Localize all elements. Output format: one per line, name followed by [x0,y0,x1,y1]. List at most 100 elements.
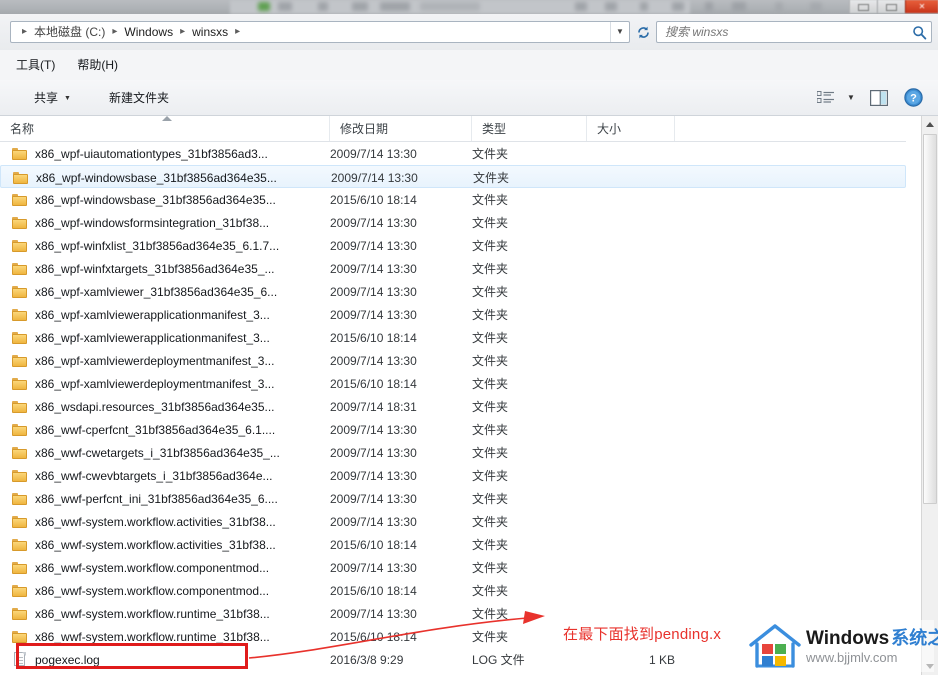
maximize-button[interactable] [877,0,905,13]
file-name-cell[interactable]: x86_wpf-xamlviewerapplicationmanifest_3.… [0,303,330,326]
watermark-brand-en: Windows [806,627,890,649]
table-row[interactable]: x86_wpf-xamlviewerdeploymentmanifest_3..… [0,349,906,372]
file-name-cell[interactable]: x86_wpf-xamlviewerapplicationmanifest_3.… [0,326,330,349]
breadcrumb-sep-1: ▸ [112,26,118,37]
file-date-cell: 2009/7/14 13:30 [330,215,417,230]
new-folder-button[interactable]: 新建文件夹 [101,87,177,109]
file-date-cell: 2009/7/14 13:30 [330,606,417,621]
file-type-cell: 文件夹 [472,469,509,483]
table-row[interactable]: x86_wwf-system.workflow.activities_31bf3… [0,533,906,556]
file-name-cell[interactable]: x86_wwf-cwetargets_i_31bf3856ad364e35_..… [0,441,330,464]
scroll-up-button[interactable] [922,116,938,133]
file-type-cell: 文件夹 [472,400,509,414]
file-name-cell[interactable]: x86_wwf-cwevbtargets_i_31bf3856ad364e... [0,464,330,487]
breadcrumb-item-windows[interactable]: Windows [122,22,175,42]
table-row[interactable]: x86_wwf-system.workflow.componentmod... 2… [0,579,906,602]
view-mode-dropdown[interactable]: ▼ [840,85,862,111]
table-row[interactable]: x86_wwf-cwevbtargets_i_31bf3856ad364e...… [0,464,906,487]
breadcrumb-item-winsxs[interactable]: winsxs [190,22,230,42]
table-row[interactable]: x86_wwf-system.workflow.activities_31bf3… [0,510,906,533]
file-type-cell: 文件夹 [472,354,509,368]
table-row[interactable]: x86_wwf-perfcnt_ini_31bf3856ad364e35_6..… [0,487,906,510]
file-name-label: x86_wwf-system.workflow.runtime_31bf38..… [35,629,270,644]
scrollbar-thumb[interactable] [923,134,937,504]
file-name-cell[interactable]: x86_wpf-windowsformsintegration_31bf38..… [0,211,330,234]
vertical-scrollbar[interactable] [921,116,938,675]
search-box[interactable] [656,21,932,43]
file-size-cell [587,326,675,349]
annotation-text: 在最下面找到pending.x [563,626,722,643]
file-date-cell: 2009/7/14 13:30 [330,422,417,437]
table-row[interactable]: x86_wpf-windowsbase_31bf3856ad364e35... 2… [0,165,906,188]
watermark-brand-cn: 系统之家 [891,627,938,648]
file-name-cell[interactable]: x86_wwf-cperfcnt_31bf3856ad364e35_6.1...… [0,418,330,441]
share-label: 共享 [34,90,59,105]
file-date-cell: 2009/7/14 13:30 [330,468,417,483]
menu-item-tools[interactable]: 工具(T) [14,55,57,75]
file-name-cell[interactable]: x86_wpf-windowsbase_31bf3856ad364e35... [0,188,330,211]
address-bar[interactable]: ▸ 本地磁盘 (C:) ▸ Windows ▸ winsxs ▸ ▼ [10,21,630,43]
table-row[interactable]: x86_wwf-system.workflow.componentmod... 2… [0,556,906,579]
blurred-icon-5 [380,2,410,11]
help-button[interactable]: ? [896,85,930,111]
close-button[interactable]: ✕ [905,0,938,13]
file-name-cell[interactable]: x86_wpf-uiautomationtypes_31bf3856ad3... [0,142,330,165]
file-name-cell[interactable]: x86_wwf-system.workflow.runtime_31bf38..… [0,602,330,625]
table-row[interactable]: x86_wpf-windowsformsintegration_31bf38..… [0,211,906,234]
table-row[interactable]: x86_wpf-xamlviewerapplicationmanifest_3.… [0,326,906,349]
search-icon[interactable] [907,25,931,40]
file-name-cell[interactable]: x86_wwf-system.workflow.componentmod... [0,579,330,602]
minimize-button[interactable] [849,0,877,13]
file-name-cell[interactable]: x86_wpf-winfxlist_31bf3856ad364e35_6.1.7… [0,234,330,257]
column-header-type[interactable]: 类型 [472,116,587,141]
column-header-date[interactable]: 修改日期 [330,116,472,141]
file-name-cell[interactable]: x86_wpf-xamlviewerdeploymentmanifest_3..… [0,372,330,395]
table-row[interactable]: x86_wpf-windowsbase_31bf3856ad364e35... 2… [0,188,906,211]
file-name-cell[interactable]: x86_wwf-system.workflow.activities_31bf3… [0,533,330,556]
file-size-cell [587,395,675,418]
file-name-cell[interactable]: x86_wpf-xamlviewer_31bf3856ad364e35_6... [0,280,330,303]
table-row[interactable]: x86_wsdapi.resources_31bf3856ad364e35...… [0,395,906,418]
file-size-cell [587,464,675,487]
file-date-cell: 2009/7/14 13:30 [330,307,417,322]
file-type-cell: 文件夹 [473,171,510,185]
table-row[interactable]: x86_wwf-cperfcnt_31bf3856ad364e35_6.1...… [0,418,906,441]
table-row[interactable]: x86_wpf-xamlviewer_31bf3856ad364e35_6...… [0,280,906,303]
share-button[interactable]: 共享 ▼ [26,87,79,109]
file-name-cell[interactable]: x86_wpf-windowsbase_31bf3856ad364e35... [1,166,331,189]
file-name-label: x86_wpf-xamlviewerapplicationmanifest_3.… [35,330,270,345]
menu-item-help[interactable]: 帮助(H) [75,55,120,75]
breadcrumb-item-drive[interactable]: 本地磁盘 (C:) [32,22,107,42]
file-name-cell[interactable]: x86_wwf-perfcnt_ini_31bf3856ad364e35_6..… [0,487,330,510]
folder-icon [12,354,28,368]
file-name-cell[interactable]: x86_wpf-winfxtargets_31bf3856ad364e35_..… [0,257,330,280]
file-name-cell[interactable]: x86_wpf-xamlviewerdeploymentmanifest_3..… [0,349,330,372]
file-list[interactable]: x86_wpf-uiautomationtypes_31bf3856ad3...… [0,142,906,675]
table-row[interactable]: x86_wpf-winfxtargets_31bf3856ad364e35_..… [0,257,906,280]
file-name-cell[interactable]: x86_wwf-system.workflow.componentmod... [0,556,330,579]
file-name-cell[interactable]: x86_wwf-system.workflow.runtime_31bf38..… [0,625,330,648]
table-row[interactable]: x86_wpf-xamlviewerapplicationmanifest_3.… [0,303,906,326]
search-input[interactable] [657,22,907,42]
file-name-label: x86_wpf-winfxlist_31bf3856ad364e35_6.1.7… [35,238,280,253]
refresh-button[interactable] [630,21,656,43]
column-header-size[interactable]: 大小 [587,116,675,141]
preview-pane-button[interactable] [862,85,896,111]
table-row[interactable]: x86_wwf-cwetargets_i_31bf3856ad364e35_..… [0,441,906,464]
chevron-down-icon[interactable]: ▼ [610,22,629,42]
blurred-icon-8 [605,2,617,11]
minimize-icon [858,4,869,11]
file-name-cell[interactable]: pogexec.log [0,648,330,671]
view-mode-button[interactable] [812,85,840,111]
file-name-cell[interactable]: x86_wwf-system.workflow.activities_31bf3… [0,510,330,533]
file-type-cell: 文件夹 [472,331,509,345]
file-name-label: x86_wwf-perfcnt_ini_31bf3856ad364e35_6..… [35,491,278,506]
file-name-label: x86_wpf-windowsbase_31bf3856ad364e35... [35,192,276,207]
file-date-cell: 2015/6/10 18:14 [330,330,417,345]
table-row[interactable]: x86_wpf-uiautomationtypes_31bf3856ad3...… [0,142,906,165]
table-row[interactable]: x86_wpf-winfxlist_31bf3856ad364e35_6.1.7… [0,234,906,257]
table-row[interactable]: x86_wpf-xamlviewerdeploymentmanifest_3..… [0,372,906,395]
file-name-cell[interactable]: x86_wsdapi.resources_31bf3856ad364e35... [0,395,330,418]
file-date-cell: 2016/3/8 9:29 [330,652,404,667]
file-size-cell: 1 KB [648,652,675,667]
